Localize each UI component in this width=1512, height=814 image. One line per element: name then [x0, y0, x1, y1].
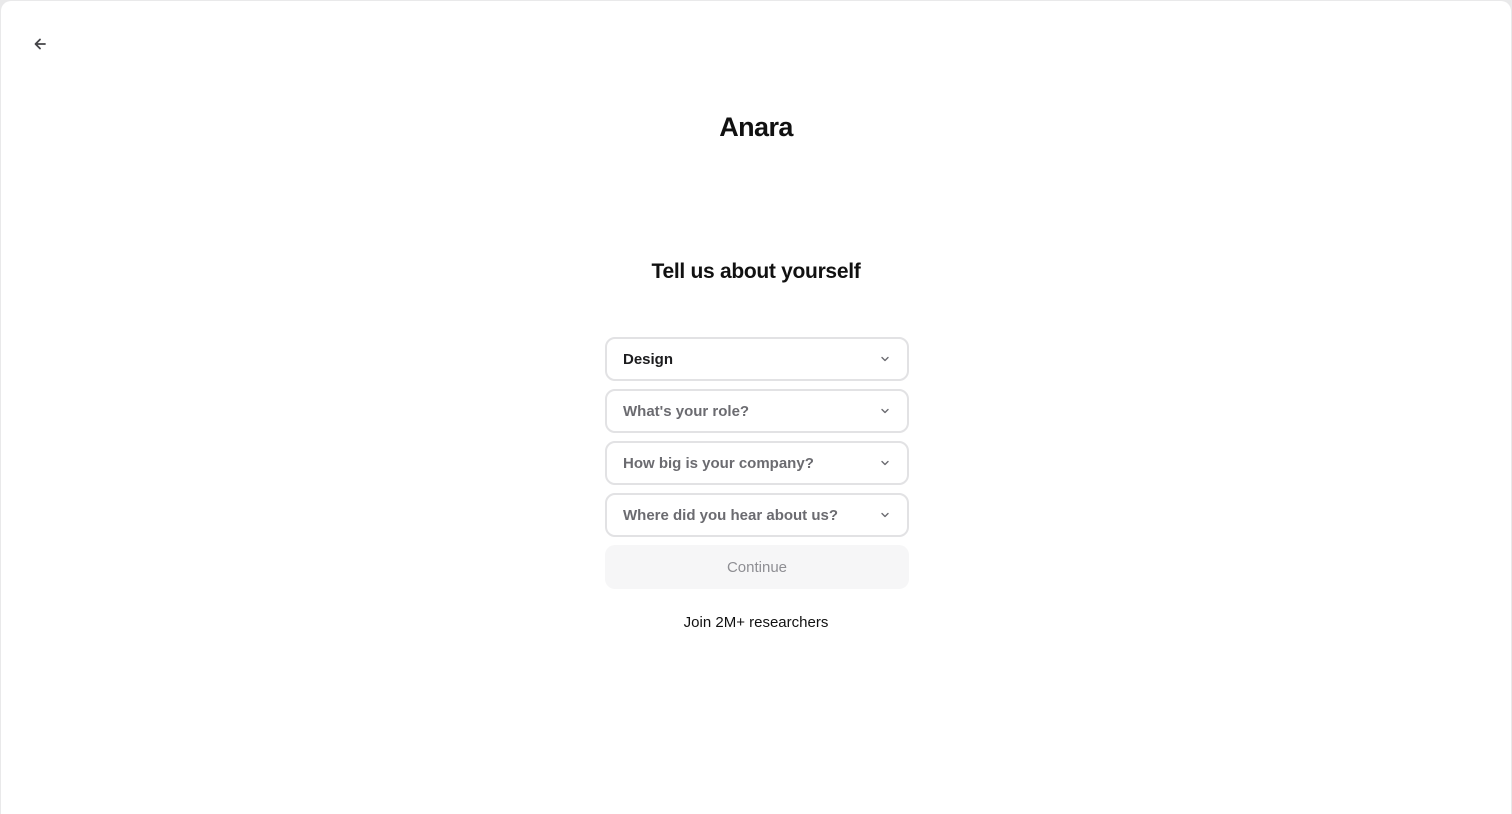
company-size-select[interactable]: How big is your company? [605, 441, 909, 485]
role-select-placeholder: What's your role? [623, 402, 750, 420]
continue-button[interactable]: Continue [605, 545, 909, 589]
chevron-down-icon [879, 457, 891, 469]
page-title: Tell us about yourself [651, 260, 861, 283]
back-button[interactable] [27, 31, 53, 57]
brand-logo: Anara [719, 112, 793, 142]
chevron-down-icon [879, 353, 891, 365]
arrow-left-icon [34, 38, 46, 50]
field-select-value: Design [623, 350, 674, 368]
social-proof-text: Join 2M+ researchers [683, 614, 829, 631]
company-size-select-placeholder: How big is your company? [623, 454, 814, 472]
onboarding-form: Design What's your role? How big is your… [605, 337, 909, 589]
referral-source-select-placeholder: Where did you hear about us? [623, 506, 839, 524]
role-select[interactable]: What's your role? [605, 389, 909, 433]
field-select[interactable]: Design [605, 337, 909, 381]
chevron-down-icon [879, 405, 891, 417]
app-window: Anara Tell us about yourself Design What… [1, 1, 1511, 814]
referral-source-select[interactable]: Where did you hear about us? [605, 493, 909, 537]
chevron-down-icon [879, 509, 891, 521]
